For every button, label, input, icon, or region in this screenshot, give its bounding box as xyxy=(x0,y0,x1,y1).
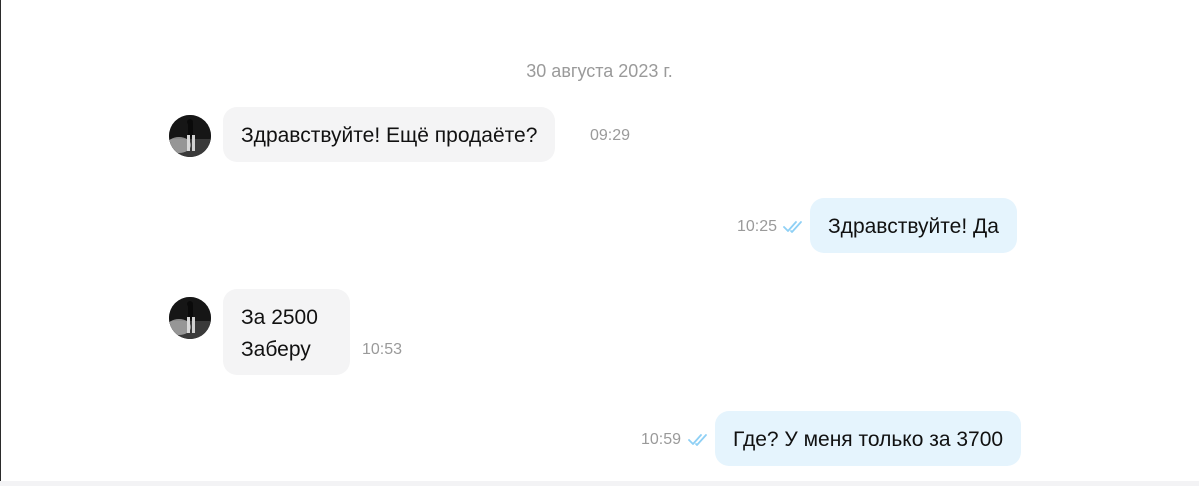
composer-edge xyxy=(0,481,1199,486)
message-text: Здравствуйте! Да xyxy=(828,215,999,238)
message-bubble[interactable]: Где? У меня только за 3700 xyxy=(715,411,1022,466)
message-time: 10:25 xyxy=(737,218,778,235)
double-check-icon xyxy=(783,221,802,233)
message-time: 10:59 xyxy=(641,431,682,448)
avatar[interactable] xyxy=(169,115,211,157)
avatar-photo-icon xyxy=(169,297,211,339)
avatar[interactable] xyxy=(169,297,211,339)
message-text-line: Заберу xyxy=(241,338,311,361)
message-bubble[interactable]: Здравствуйте! Ещё продаёте? xyxy=(223,107,556,162)
message-bubble[interactable]: Здравствуйте! Да xyxy=(810,198,1017,253)
double-check-icon xyxy=(688,434,707,446)
date-separator: 30 августа 2023 г. xyxy=(526,61,673,81)
avatar-photo-icon xyxy=(169,115,211,157)
message-bubble[interactable]: За 2500 Заберу xyxy=(223,289,350,375)
message-text: Здравствуйте! Ещё продаёте? xyxy=(241,124,538,147)
message-text: Где? У меня только за 3700 xyxy=(733,428,1004,451)
message-time: 10:53 xyxy=(362,341,403,358)
message-time: 09:29 xyxy=(590,127,631,144)
message-text-line: За 2500 xyxy=(241,306,318,329)
